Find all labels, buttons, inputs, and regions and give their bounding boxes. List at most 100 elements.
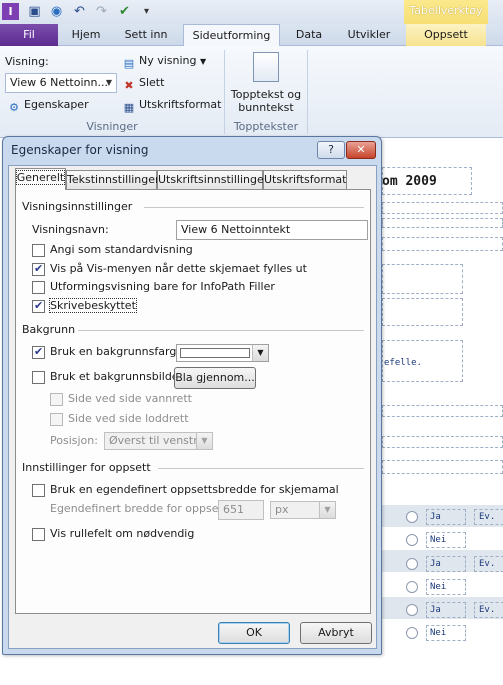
publish-icon[interactable]: ◉ — [48, 3, 65, 20]
properties-icon: ⚙ — [9, 101, 19, 114]
tile-vertical-checkbox[interactable] — [50, 413, 63, 426]
header-footer-label-1: Topptekst og — [230, 88, 302, 101]
view-select[interactable]: View 6 Nettoinn... ▼ — [5, 73, 117, 93]
tab-print-settings[interactable]: Utskriftsinnstillinger — [157, 170, 268, 189]
width-unit-select[interactable]: px ▼ — [270, 501, 336, 519]
custom-width-label: Bruk en egendefinert oppsettsbredde for … — [50, 483, 339, 496]
browse-button[interactable]: Bla gjennom... — [174, 367, 256, 389]
table-row: Ja Ev. — [382, 600, 503, 622]
option-label: Ja — [426, 556, 466, 572]
read-only-checkbox[interactable] — [32, 299, 45, 313]
custom-width-input[interactable]: 651 — [218, 500, 264, 520]
section-layout: Innstillinger for oppsett — [22, 461, 151, 474]
background-color-checkbox[interactable] — [32, 345, 45, 359]
form-field-box — [382, 218, 503, 228]
chevron-down-icon: ▼ — [105, 78, 113, 87]
delete-view-button[interactable]: ✖ Slett — [122, 76, 164, 93]
chevron-down-icon: ▼ — [252, 345, 268, 361]
chevron-down-icon: ▼ — [200, 57, 207, 66]
tab-page-design[interactable]: Sideutforming — [183, 24, 280, 47]
radio-option[interactable] — [406, 534, 418, 546]
view-properties-dialog: Egenskaper for visning ? ✕ Generelt Teks… — [2, 136, 382, 655]
tab-data[interactable]: Data — [286, 24, 332, 46]
view-select-value: View 6 Nettoinn... — [10, 76, 108, 89]
tile-horizontal-checkbox[interactable] — [50, 393, 63, 406]
default-view-checkbox[interactable] — [32, 244, 45, 257]
tab-insert[interactable]: Sett inn — [114, 24, 178, 46]
form-field-box — [382, 460, 503, 474]
form-field-box — [382, 405, 503, 417]
section-divider — [158, 468, 364, 469]
radio-option[interactable] — [406, 604, 418, 616]
default-view-label: Angi som standardvisning — [50, 243, 193, 256]
tab-file[interactable]: Fil — [0, 24, 58, 46]
undo-icon[interactable]: ↶ — [71, 3, 88, 20]
option-label: Nei — [426, 625, 466, 641]
form-text-fragment: efelle. — [384, 358, 422, 368]
general-tab-panel: Visningsinnstillinger Visningsnavn: View… — [15, 189, 371, 614]
show-on-menu-label: Vis på Vis-menyen når dette skjemaet fyl… — [50, 262, 307, 275]
tab-text-settings[interactable]: Tekstinnstillinger — [66, 170, 160, 189]
table-row: Nei — [382, 530, 503, 552]
dialog-title: Egenskaper for visning — [11, 143, 149, 157]
ok-button[interactable]: OK — [218, 622, 290, 644]
option-label: Ja — [426, 509, 466, 525]
new-view-label: Ny visning — [139, 54, 197, 67]
radio-option[interactable] — [406, 581, 418, 593]
print-format-button[interactable]: ▦ Utskriftsformat — [122, 98, 222, 115]
save-icon[interactable]: ▣ — [26, 3, 43, 20]
spell-check-icon[interactable]: ✔ — [116, 3, 133, 20]
new-view-button[interactable]: ▤ Ny visning ▼ — [122, 54, 206, 71]
tab-developer[interactable]: Utvikler — [338, 24, 400, 46]
tab-general[interactable]: Generelt — [15, 168, 66, 190]
chevron-down-icon: ▼ — [196, 433, 212, 449]
help-button[interactable]: ? — [317, 141, 345, 159]
form-field-box — [382, 237, 503, 251]
show-on-menu-checkbox[interactable] — [32, 262, 45, 276]
properties-button[interactable]: ⚙ Egenskaper — [7, 98, 89, 115]
option-label: Ja — [426, 602, 466, 618]
print-format-label: Utskriftsformat — [139, 98, 222, 111]
view-name-input[interactable]: View 6 Nettoinntekt — [176, 220, 368, 240]
close-icon[interactable]: ✕ — [346, 141, 376, 159]
background-color-picker[interactable]: ▼ — [176, 344, 269, 362]
tab-layout[interactable]: Oppsett — [406, 24, 486, 46]
tile-horizontal-label: Side ved side vannrett — [68, 392, 192, 405]
tab-home[interactable]: Hjem — [62, 24, 110, 46]
option-label-extra: Ev. — [474, 602, 503, 618]
scrollbars-label: Vis rullefelt om nødvendig — [50, 527, 195, 540]
redo-icon[interactable]: ↷ — [93, 3, 110, 20]
header-footer-button[interactable]: Topptekst og bunntekst — [226, 88, 306, 114]
radio-option[interactable] — [406, 558, 418, 570]
custom-width-checkbox[interactable] — [32, 484, 45, 497]
delete-label: Slett — [139, 76, 165, 89]
radio-option[interactable] — [406, 511, 418, 523]
width-unit-value: px — [275, 503, 289, 516]
form-title-fragment: om 2009 — [382, 174, 437, 189]
radio-option[interactable] — [406, 627, 418, 639]
scrollbars-checkbox[interactable] — [32, 528, 45, 541]
option-label-extra: Ev. — [474, 509, 503, 525]
tab-page-setup[interactable]: Utskriftsformat — [263, 170, 347, 189]
background-image-checkbox[interactable] — [32, 371, 45, 384]
cancel-button[interactable]: Avbryt — [300, 622, 372, 644]
table-row: Nei — [382, 577, 503, 599]
design-only-label: Utformingsvisning bare for InfoPath Fill… — [50, 280, 275, 293]
background-image-label: Bruk et bakgrunnsbilde — [50, 370, 179, 383]
color-swatch — [180, 348, 250, 358]
form-field-box — [382, 264, 463, 294]
table-row: Ja Ev. — [382, 507, 503, 529]
section-divider — [78, 330, 364, 331]
section-view-settings: Visningsinnstillinger — [22, 200, 133, 213]
view-name-label: Visningsnavn: — [32, 223, 109, 236]
custom-width-field-label: Egendefinert bredde for oppsett: — [50, 502, 231, 515]
position-select[interactable]: Øverst til venstre ▼ — [104, 432, 213, 450]
position-label: Posisjon: — [50, 434, 98, 447]
design-only-checkbox[interactable] — [32, 281, 45, 294]
print-format-icon: ▦ — [123, 101, 135, 114]
tab-general-label: Generelt — [15, 170, 66, 185]
section-background: Bakgrunn — [22, 323, 76, 336]
delete-icon: ✖ — [124, 79, 134, 92]
form-field-box — [382, 436, 503, 448]
customize-qat-icon[interactable]: ▾ — [138, 3, 155, 20]
